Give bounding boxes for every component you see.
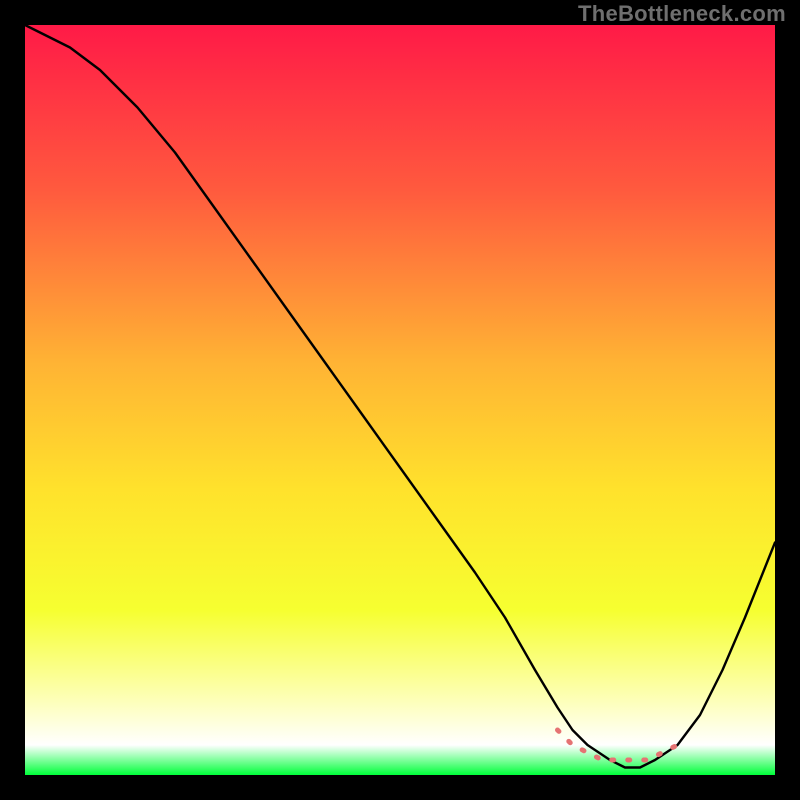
chart-frame: TheBottleneck.com (0, 0, 800, 800)
plot-area (25, 25, 775, 775)
chart-svg (25, 25, 775, 775)
watermark-text: TheBottleneck.com (578, 1, 786, 27)
gradient-background (25, 25, 775, 775)
